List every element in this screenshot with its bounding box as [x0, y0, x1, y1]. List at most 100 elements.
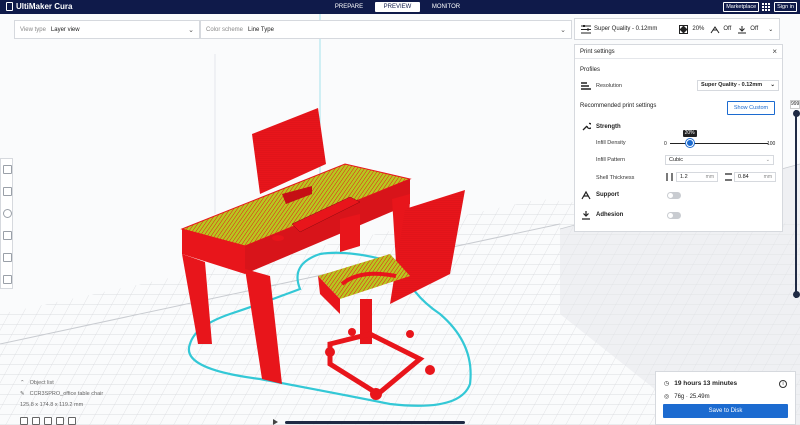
info-icon[interactable]: i: [779, 380, 787, 388]
object-dimensions-row: 125.8 x 174.8 x 119.2 mm: [20, 400, 103, 411]
top-view-icon[interactable]: [44, 417, 52, 425]
chevron-down-icon: ⌄: [770, 82, 775, 88]
object-file-row: ✎ CCR3SPRO_office table chair: [20, 389, 103, 400]
adhesion-title: Adhesion: [596, 212, 624, 218]
layer-slider[interactable]: [793, 110, 800, 298]
support-blocker-icon[interactable]: [3, 275, 12, 284]
wall-thickness-icon: [666, 173, 673, 181]
unit-mm: mm: [763, 174, 772, 180]
top-bar: UltiMaker Cura PREPARE PREVIEW MONITOR M…: [0, 0, 800, 14]
support-title: Support: [596, 192, 619, 198]
top-bottom-thickness-icon: [725, 173, 732, 181]
object-list-toggle[interactable]: ⌃ Object list: [20, 378, 103, 389]
layer-slider-bottom-handle[interactable]: [793, 291, 800, 298]
layer-top-value[interactable]: 999: [790, 100, 800, 109]
per-model-settings-icon[interactable]: [3, 253, 12, 262]
view-type-value: Layer view: [50, 26, 80, 33]
scale-tool-icon[interactable]: [3, 187, 12, 196]
top-bottom-thickness-value: 0.84: [738, 174, 749, 180]
layer-slider-track[interactable]: [795, 110, 797, 298]
layer-slider-top-handle[interactable]: [793, 110, 800, 117]
quality-value: Super Quality - 0.12mm: [594, 26, 658, 32]
support-icon: [581, 190, 591, 200]
color-scheme-value: Line Type: [248, 26, 274, 33]
rotate-tool-icon[interactable]: [3, 209, 12, 218]
object-list-label: Object list: [29, 380, 54, 386]
adhesion-value: Off: [750, 26, 759, 32]
wall-thickness-field[interactable]: 1.2 mm: [676, 172, 718, 182]
print-estimate-panel: ◷ 19 hours 13 minutes i ◎ 76g · 25.49m S…: [655, 371, 796, 425]
front-view-icon[interactable]: [32, 417, 40, 425]
print-setup-selector[interactable]: Super Quality - 0.12mm 20% Off Off ⌄: [574, 18, 780, 40]
close-icon[interactable]: ×: [772, 47, 777, 56]
infill-pattern-select[interactable]: Cubic ⌄: [665, 155, 774, 165]
print-settings-panel: Print settings × Profiles Resolution Sup…: [574, 44, 783, 232]
spool-icon: ◎: [664, 394, 670, 400]
play-icon[interactable]: [273, 419, 278, 425]
tab-preview[interactable]: PREVIEW: [375, 2, 420, 12]
tab-monitor[interactable]: MONITOR: [424, 2, 468, 12]
infill-density-label: Infill Density: [596, 140, 626, 146]
resolution-icon: [581, 82, 591, 90]
quality-sliders-icon: [581, 24, 591, 33]
adhesion-toggle[interactable]: [667, 212, 681, 219]
color-scheme-label: Color scheme: [206, 26, 244, 33]
infill-pattern-icon: [679, 24, 689, 34]
chevron-down-icon: ⌄: [560, 27, 566, 34]
wall-thickness-value: 1.2: [680, 174, 688, 180]
strength-title: Strength: [596, 124, 621, 130]
save-to-disk-button[interactable]: Save to Disk: [663, 404, 788, 418]
transform-toolbar: [0, 158, 13, 289]
chevron-down-icon: ⌄: [188, 27, 194, 34]
layer-path-slider[interactable]: [285, 421, 465, 424]
show-custom-button[interactable]: Show Custom: [727, 101, 775, 115]
app-logo: UltiMaker Cura: [6, 2, 72, 11]
top-right-actions: Marketplace Sign in: [723, 2, 797, 12]
mirror-tool-icon[interactable]: [3, 231, 12, 240]
apps-grid-icon[interactable]: [762, 2, 771, 12]
panel-title: Print settings: [580, 48, 615, 55]
signin-button[interactable]: Sign in: [774, 2, 797, 12]
top-bottom-thickness-field[interactable]: 0.84 mm: [734, 172, 776, 182]
stage-tabs: PREPARE PREVIEW MONITOR: [327, 2, 472, 12]
infill-density-slider[interactable]: [670, 143, 768, 144]
adhesion-icon: [582, 211, 590, 220]
panel-header: Print settings ×: [575, 45, 782, 59]
infill-min-label: 0: [664, 141, 667, 147]
ultimaker-logo-icon: [6, 2, 13, 11]
unit-mm: mm: [705, 174, 714, 180]
resolution-value: Super Quality - 0.12mm: [701, 82, 763, 88]
support-value: Off: [723, 26, 732, 32]
object-filename: CCR3SPRO_office table chair: [29, 391, 104, 397]
chevron-up-icon: ⌃: [20, 380, 25, 386]
resolution-select[interactable]: Super Quality - 0.12mm ⌄: [697, 80, 779, 91]
adhesion-summary: Off: [737, 25, 758, 34]
marketplace-button[interactable]: Marketplace: [723, 2, 760, 12]
pencil-icon[interactable]: ✎: [20, 389, 25, 400]
infill-pattern-label: Infill Pattern: [596, 157, 626, 163]
support-icon: [710, 25, 720, 33]
infill-value: 20%: [692, 26, 705, 32]
chevron-down-icon: ⌄: [768, 26, 774, 33]
wrench-icon: [582, 122, 591, 131]
support-toggle[interactable]: [667, 192, 681, 199]
color-scheme-select[interactable]: Color scheme Line Type ⌄: [200, 20, 572, 39]
right-view-icon[interactable]: [68, 417, 76, 425]
material-estimate: 76g · 25.49m: [674, 393, 710, 400]
left-view-icon[interactable]: [56, 417, 64, 425]
infill-density-handle[interactable]: [685, 139, 694, 147]
move-tool-icon[interactable]: [3, 165, 12, 174]
print-time: 19 hours 13 minutes: [674, 380, 738, 387]
support-summary: Off: [710, 25, 731, 34]
resolution-label: Resolution: [596, 83, 622, 89]
view-type-label: View type: [20, 26, 46, 33]
infill-density-tooltip: 20%: [682, 130, 697, 137]
view-orientation-buttons: [20, 417, 76, 425]
infill-pattern-value: Cubic: [669, 157, 684, 163]
infill-max-label: 100: [767, 141, 776, 147]
3d-view-icon[interactable]: [20, 417, 28, 425]
tab-prepare[interactable]: PREPARE: [327, 2, 371, 12]
object-dimensions: 125.8 x 174.8 x 119.2 mm: [20, 402, 84, 408]
adhesion-icon: [738, 25, 747, 33]
view-type-select[interactable]: View type Layer view ⌄: [14, 20, 200, 39]
